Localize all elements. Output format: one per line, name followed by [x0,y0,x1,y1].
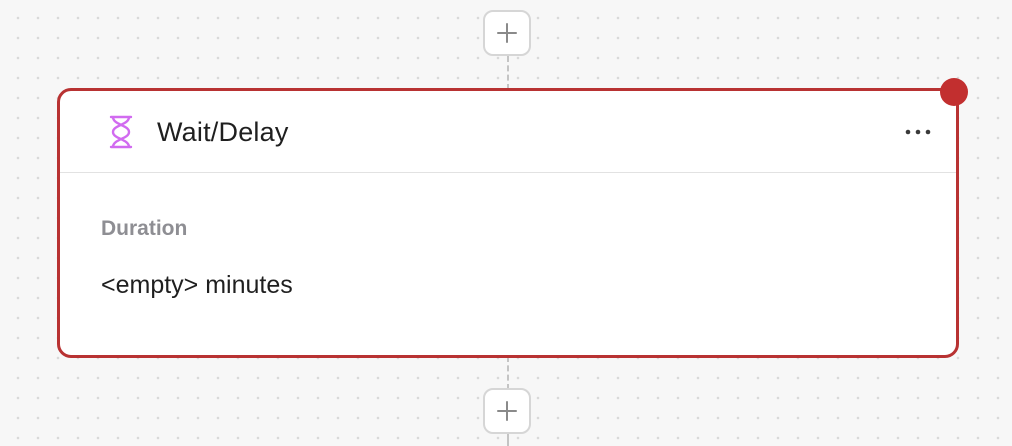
connector-line-bottom-continued [507,434,509,446]
connector-line-top [507,56,509,90]
connector-line-bottom [507,356,509,390]
more-options-button[interactable] [900,119,936,145]
duration-label: Duration [101,217,188,240]
wait-delay-node-card[interactable]: Wait/Delay Duration <empty> minutes [57,88,959,358]
plus-icon [497,401,517,421]
duration-value[interactable]: <empty> minutes [101,269,293,301]
more-horizontal-icon [905,129,931,135]
error-status-dot [940,78,968,106]
node-header: Wait/Delay [60,91,956,173]
hourglass-icon [109,115,133,149]
node-title: Wait/Delay [157,117,289,147]
add-step-button-above[interactable] [483,10,531,56]
add-step-button-below[interactable] [483,388,531,434]
plus-icon [497,23,517,43]
